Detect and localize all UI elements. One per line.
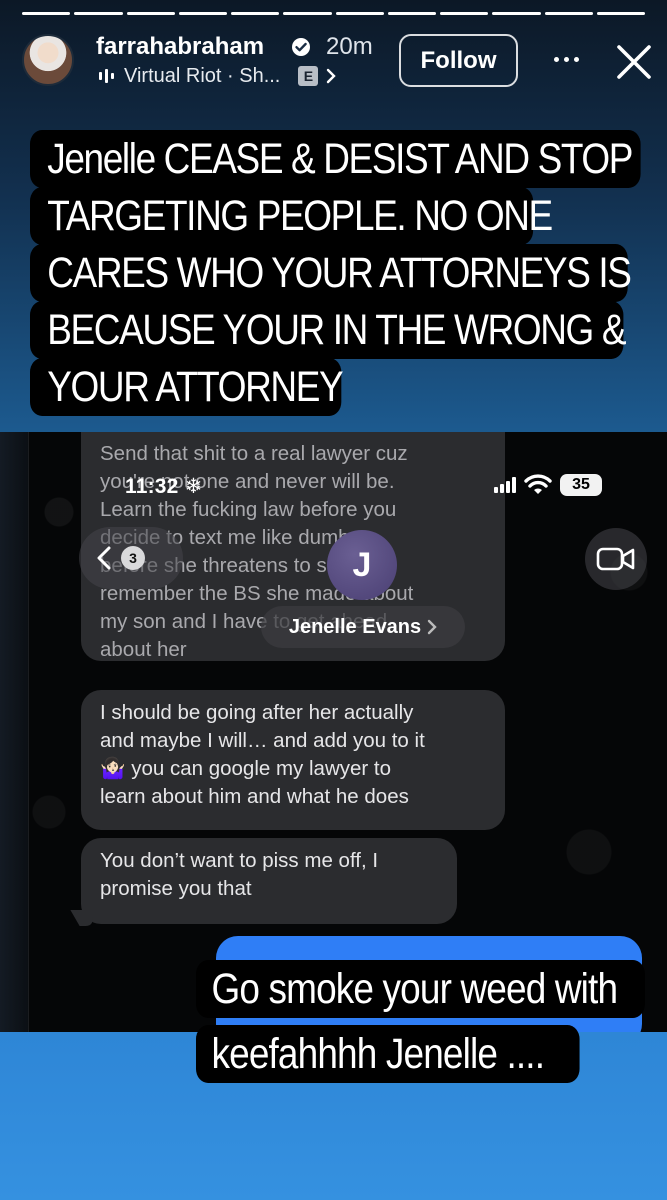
verified-badge-icon	[292, 38, 310, 56]
snowflake-icon: ❄	[178, 475, 203, 498]
music-bars-icon	[99, 69, 114, 83]
music-attribution[interactable]: Virtual Riot · Sh... E	[98, 64, 337, 88]
progress-segment	[231, 12, 280, 15]
chevron-right-icon	[427, 619, 437, 635]
status-time: 11:32 ❄	[125, 475, 203, 498]
cellular-signal-icon	[494, 477, 516, 493]
progress-segment	[126, 12, 175, 15]
progress-segment	[22, 12, 71, 15]
progress-segment	[178, 12, 227, 15]
contact-name-pill[interactable]: Jenelle Evans	[261, 606, 465, 648]
more-options-button[interactable]	[544, 44, 588, 74]
unread-count-badge: 3	[121, 546, 145, 570]
post-time: 20m	[326, 33, 373, 60]
progress-segment	[544, 12, 593, 15]
message-text: You don’t want to piss me off, I promise…	[100, 849, 379, 900]
video-call-button[interactable]	[585, 528, 647, 590]
progress-segment	[74, 12, 123, 15]
progress-segment	[492, 12, 541, 15]
progress-segment	[283, 12, 332, 15]
video-camera-icon	[596, 547, 635, 571]
close-icon[interactable]	[612, 40, 656, 84]
chevron-right-icon	[327, 68, 337, 84]
caption-line: CARES WHO YOUR ATTORNEYS IS	[30, 244, 632, 302]
wifi-icon	[524, 474, 552, 494]
progress-segment	[596, 12, 645, 15]
explicit-badge: E	[298, 66, 319, 86]
battery-icon: 35	[560, 474, 602, 496]
message-bubble-incoming: You don’t want to piss me off, I promise…	[81, 838, 457, 924]
contact-avatar[interactable]: J	[327, 530, 397, 600]
progress-segment	[440, 12, 489, 15]
caption-line: Jenelle CEASE & DESIST AND STOP	[30, 130, 641, 188]
screenshot-edge	[0, 432, 28, 1032]
dot-icon	[573, 56, 579, 62]
username[interactable]: farrahabraham	[96, 33, 264, 61]
dot-icon	[553, 56, 559, 62]
caption-line: keefahhhh Jenelle ....	[196, 1025, 580, 1083]
music-title: Virtual Riot · Sh...	[124, 64, 281, 87]
message-bubble-incoming: I should be going after her actually and…	[81, 690, 505, 830]
caption-line: TARGETING PEOPLE. NO ONE	[30, 187, 553, 245]
follow-button[interactable]: Follow	[399, 34, 518, 87]
progress-segment	[335, 12, 384, 15]
chevron-left-icon	[97, 546, 111, 570]
message-text: I should be going after her actually and…	[100, 701, 425, 808]
embedded-chat-screenshot: Send that shit to a real lawyer cuz you'…	[28, 432, 667, 1032]
profile-avatar[interactable]	[22, 34, 74, 86]
caption-line: BECAUSE YOUR IN THE WRONG &	[30, 301, 626, 359]
dot-icon	[563, 56, 569, 62]
status-indicators: 35	[494, 472, 602, 498]
back-button[interactable]: 3	[79, 527, 183, 589]
caption-line: YOUR ATTORNEY	[30, 358, 344, 416]
contact-name: Jenelle Evans	[288, 615, 422, 638]
story-progress-bar	[22, 12, 645, 18]
caption-line: Go smoke your weed with	[196, 960, 645, 1018]
progress-segment	[387, 12, 436, 15]
